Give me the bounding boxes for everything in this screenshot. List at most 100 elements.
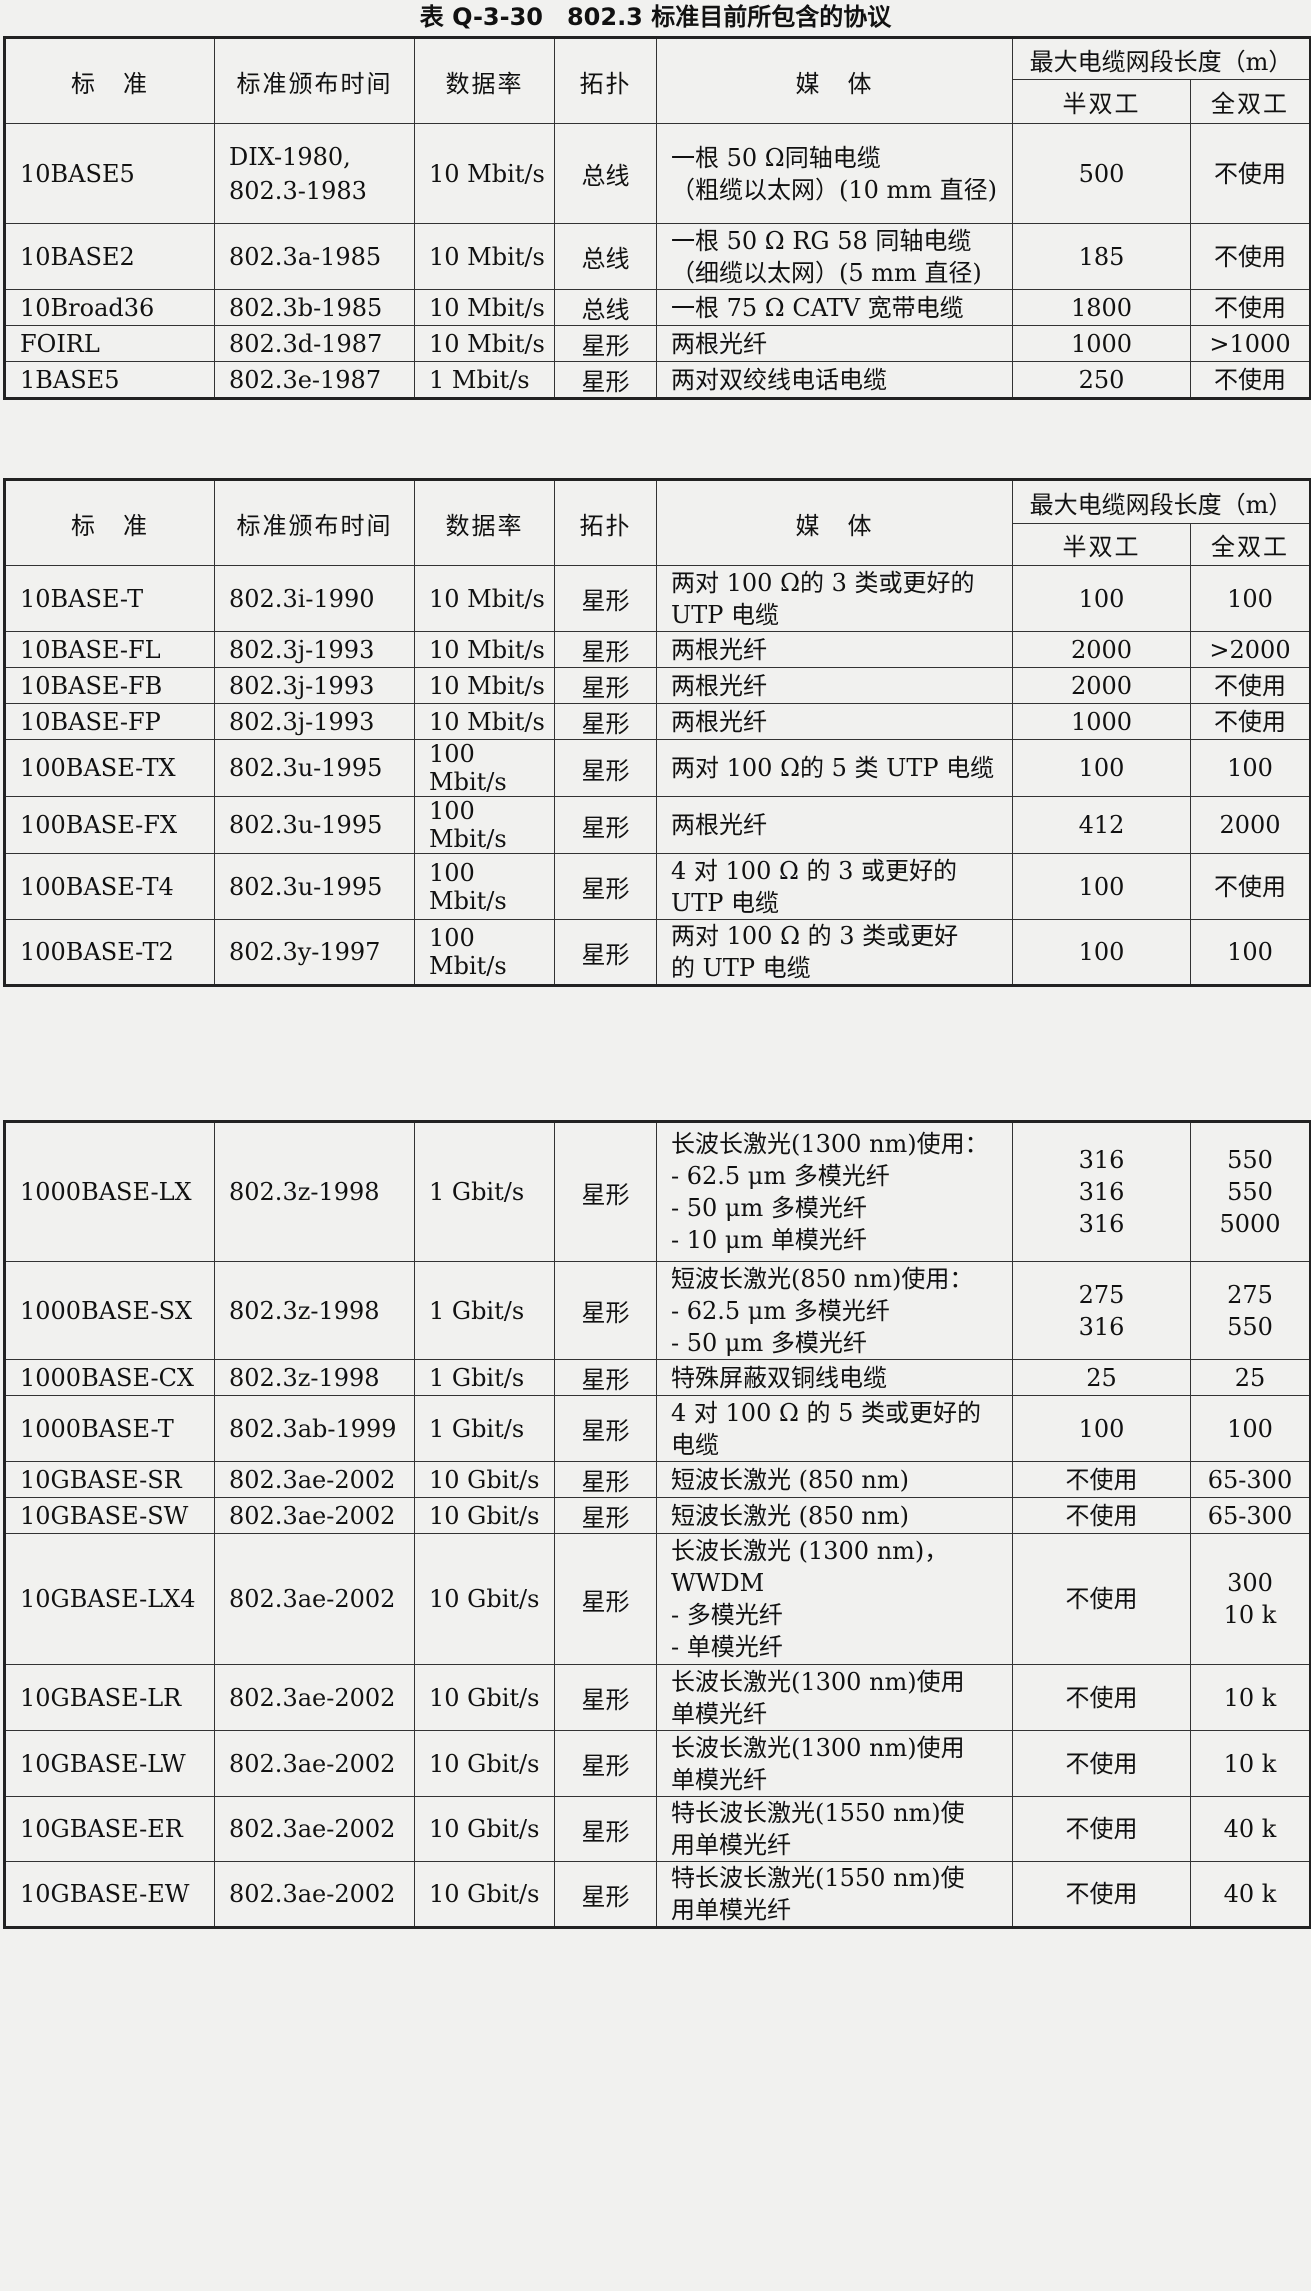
media-line: 长波长激光(1300 nm)使用: [671, 1733, 965, 1762]
cell-media: 4 对 100 Ω 的 5 类或更好的 电缆: [656, 1395, 1013, 1462]
date-line: 802.3y-1997: [229, 938, 381, 966]
media-line: 特长波长激光(1550 nm)使: [671, 1864, 965, 1892]
cell-standard: 10GBASE-SW: [4, 1497, 215, 1534]
table-row: 10BASE-T 802.3i-1990 10 Mbit/s 星形 两对 100 Ω的 …: [4, 565, 1311, 632]
cell-half-duplex: 316 316 316: [1012, 1121, 1191, 1262]
cell-topology: 星形: [554, 1533, 657, 1665]
header-media: 媒 体: [656, 479, 1013, 566]
media-line: 短波长激光(850 nm)使用：: [671, 1264, 974, 1293]
cell-full-duplex: 100: [1189, 565, 1311, 632]
cell-rate: 10 Gbit/s: [414, 1497, 555, 1534]
cell-media: 特长波长激光(1550 nm)使 用单模光纤: [656, 1861, 1013, 1928]
media-line: - 50 μm 多模光纤: [671, 1328, 867, 1357]
cell-media: 长波长激光(1300 nm)使用 单模光纤: [656, 1664, 1013, 1731]
cell-date: 802.3z-1998: [214, 1261, 415, 1360]
cell-topology: 星形: [554, 565, 657, 632]
cell-rate: 1 Gbit/s: [414, 1121, 555, 1262]
table-row: 10GBASE-SW 802.3ae-2002 10 Gbit/s 星形 短波长激光 (…: [4, 1497, 1311, 1534]
cell-rate: 10 Gbit/s: [414, 1730, 555, 1797]
cell-topology: 星形: [554, 853, 657, 920]
table-row: 10GBASE-LR 802.3ae-2002 10 Gbit/s 星形 长波长激光(1…: [4, 1664, 1311, 1731]
cell-date: 802.3ae-2002: [214, 1861, 415, 1928]
cell-half-duplex: 2000: [1012, 667, 1191, 704]
date-line: 802.3ae-2002: [229, 1683, 396, 1712]
cell-media: 两对 100 Ω的 5 类 UTP 电缆: [656, 739, 1013, 797]
cell-topology: 星形: [554, 1730, 657, 1797]
full-value: 65-300: [1207, 1501, 1293, 1530]
date-line: 802.3ae-2002: [229, 1501, 396, 1530]
cell-media: 一根 75 Ω CATV 宽带电缆: [656, 289, 1013, 326]
full-value: >1000: [1209, 329, 1291, 358]
cell-standard: 10BASE-T: [4, 565, 215, 632]
cell-topology: 星形: [554, 1261, 657, 1360]
cell-half-duplex: 275 316: [1012, 1261, 1191, 1360]
table-row: 100BASE-FX 802.3u-1995 100 Mbit/s 星形 两根光纤 412…: [4, 796, 1311, 854]
media-line: 一根 50 Ω同轴电缆: [671, 143, 881, 172]
cell-topology: 星形: [554, 1796, 657, 1862]
cell-rate: 10 Mbit/s: [414, 667, 555, 704]
full-value: 不使用: [1214, 293, 1286, 322]
cell-media: 长波长激光 (1300 nm)， WWDM - 多模光纤 - 单模光纤: [656, 1533, 1013, 1665]
header-max-length: 最大电缆网段长度（m）: [1011, 37, 1311, 80]
cell-topology: 星形: [554, 1359, 657, 1396]
cell-standard: 10GBASE-LW: [4, 1730, 215, 1797]
cell-standard: 1000BASE-CX: [4, 1359, 215, 1396]
date-line: 802.3d-1987: [229, 329, 383, 358]
cell-rate: 10 Gbit/s: [414, 1461, 555, 1498]
cell-date: 802.3i-1990: [214, 565, 415, 632]
half-value: 316: [1078, 1210, 1125, 1238]
date-line: 802.3u-1995: [229, 811, 383, 839]
cell-date: 802.3a-1985: [214, 223, 415, 290]
full-value: 不使用: [1214, 707, 1286, 736]
media-line: 两根光纤: [671, 811, 767, 839]
full-value: 5000: [1219, 1210, 1281, 1238]
cell-full-duplex: 275 550: [1190, 1261, 1311, 1360]
half-value: 100: [1078, 584, 1125, 613]
media-line: 特长波长激光(1550 nm)使: [671, 1799, 965, 1827]
cell-half-duplex: 25: [1012, 1359, 1191, 1396]
half-value: 不使用: [1065, 1815, 1138, 1843]
cell-topology: 星形: [554, 1497, 657, 1534]
half-value: 316: [1078, 1312, 1125, 1341]
cell-full-duplex: 100: [1189, 739, 1311, 797]
cell-date: 802.3u-1995: [214, 796, 415, 854]
media-line: - 62.5 μm 多模光纤: [671, 1162, 890, 1190]
half-value: 100: [1078, 1414, 1125, 1443]
cell-half-duplex: 100: [1012, 565, 1191, 632]
half-value: 250: [1078, 365, 1125, 394]
media-line: 单模光纤: [671, 1699, 767, 1728]
half-value: 316: [1078, 1178, 1125, 1206]
half-value: 185: [1078, 242, 1125, 271]
media-line: 两对双绞线电话电缆: [671, 365, 887, 394]
media-line: 短波长激光 (850 nm): [671, 1465, 910, 1494]
table-row: 1000BASE-LX 802.3z-1998 1 Gbit/s 星形 长波长激光(13…: [4, 1121, 1311, 1262]
cell-standard: 1000BASE-T: [4, 1395, 215, 1462]
half-value: 100: [1078, 754, 1125, 782]
media-line: UTP 电缆: [671, 600, 780, 629]
header-max-length: 最大电缆网段长度（m）: [1011, 479, 1311, 524]
media-line: - 62.5 μm 多模光纤: [671, 1296, 890, 1325]
cell-media: 两对双绞线电话电缆: [656, 361, 1013, 399]
cell-standard: 1000BASE-SX: [4, 1261, 215, 1360]
cell-half-duplex: 不使用: [1012, 1861, 1191, 1928]
half-value: 275: [1078, 1280, 1125, 1309]
cell-standard: 10BASE-FL: [4, 631, 215, 668]
cell-topology: 总线: [554, 223, 657, 290]
cell-date: 802.3j-1993: [214, 703, 415, 740]
media-line: 4 对 100 Ω 的 5 类或更好的: [671, 1398, 982, 1427]
cell-rate: 1 Gbit/s: [414, 1395, 555, 1462]
half-value: 不使用: [1065, 1465, 1138, 1494]
cell-standard: 10GBASE-LR: [4, 1664, 215, 1731]
table-row: 1000BASE-SX 802.3z-1998 1 Gbit/s 星形 短波长激光(85…: [4, 1261, 1311, 1360]
cell-media: 特长波长激光(1550 nm)使 用单模光纤: [656, 1796, 1013, 1862]
full-value: >2000: [1209, 635, 1291, 664]
cell-media: 短波长激光(850 nm)使用： - 62.5 μm 多模光纤 - 50 μm 多模…: [656, 1261, 1013, 1360]
cell-full-duplex: 不使用: [1189, 223, 1311, 290]
media-line: - 多模光纤: [671, 1601, 783, 1629]
header-rate: 数据率: [414, 479, 555, 566]
half-value: 500: [1078, 159, 1125, 188]
half-value: 1000: [1070, 707, 1133, 736]
media-line: 特殊屏蔽双铜线电缆: [671, 1363, 887, 1392]
media-line: 两根光纤: [671, 707, 767, 736]
media-line: - 10 μm 单模光纤: [671, 1226, 867, 1254]
